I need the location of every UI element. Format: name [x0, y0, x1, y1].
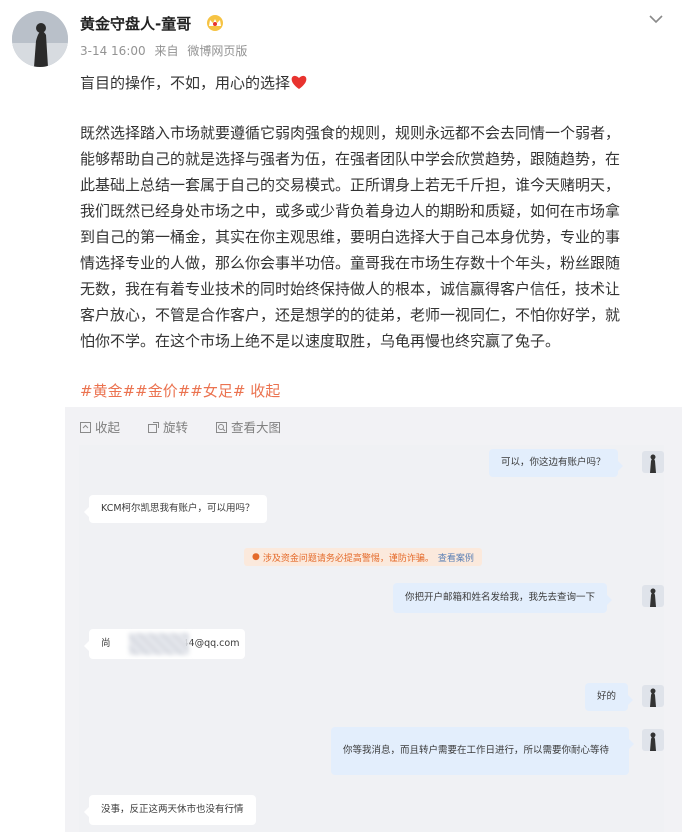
message-text: 可以，你这边有账户吗？ [501, 457, 606, 468]
author-avatar[interactable] [12, 11, 68, 67]
post-time[interactable]: 3-14 16:00 [80, 44, 146, 58]
post-text: 盲目的操作，不如，用心的选择 既然选择踏入市场就要遵循它弱肉强食的规则，规则永远… [80, 70, 670, 354]
chat-avatar-right [642, 685, 664, 707]
rotate-image-button[interactable]: 旋转 [147, 417, 188, 436]
body-line: 无数，我在有着专业技术的同时始终保持做人的根本，诚信赢得客户信任，技术让 [80, 280, 621, 298]
redacted-email-blur [129, 633, 189, 655]
view-cases-link[interactable]: 查看案例 [438, 551, 474, 564]
message-text: KCM柯尔凯思我有账户，可以用吗？ [101, 503, 255, 514]
vip-crown-icon [205, 14, 225, 32]
author-name[interactable]: 黄金守盘人-童哥 [80, 13, 191, 34]
body-line: 既然选择踏入市场就要遵循它弱肉强食的规则，规则永远都不会去同情一个弱者， [80, 124, 621, 142]
collapse-text-link[interactable]: 收起 [250, 382, 280, 400]
tag-womens-football[interactable]: #女足# [190, 382, 245, 400]
view-large-image-button[interactable]: 查看大图 [215, 417, 281, 436]
message-text-prefix: 尚 [101, 638, 111, 649]
rotate-icon [148, 422, 159, 433]
body-line: 情选择专业的人做，那么你会事半功倍。童哥我在市场生存数十个年头，粉丝跟随 [80, 254, 621, 272]
chat-message-right: 你等我消息，而且转户需要在工作日进行，所以需要你耐心等待 [331, 727, 634, 775]
body-line: 到自己的第一桶金，其实在你主观思维，要明白选择大于自己本身优势，专业的事 [80, 228, 621, 246]
fraud-warning-banner: ● 涉及资金问题请务必提高警惕，谨防诈骗。 查看案例 [244, 548, 482, 566]
post-meta: 3-14 16:00 来自 微博网页版 [80, 42, 252, 59]
zoom-icon [216, 422, 227, 433]
rotate-label: 旋转 [163, 420, 189, 435]
chat-avatar-right [642, 729, 664, 751]
body-line: 怕你不学。在这个市场上绝不是以速度取胜，乌龟再慢也终究赢了兔子。 [80, 332, 561, 350]
warning-text: 涉及资金问题请务必提高警惕，谨防诈骗。 [262, 553, 434, 564]
chat-avatar-right [642, 451, 664, 473]
body-line: 客户放心，不管是合作客户，还是想学的的徒弟，老师一视同仁，不怕你好学，就 [80, 306, 621, 324]
collapse-label: 收起 [95, 420, 121, 435]
chat-message-left: KCM柯尔凯思我有账户，可以用吗？ [84, 495, 267, 523]
message-text-suffix: 44@qq.com [182, 638, 240, 649]
chat-avatar-right [642, 585, 664, 607]
avatar-photo [12, 11, 68, 67]
image-toolbar: 收起 旋转 查看大图 [65, 407, 682, 445]
chat-message-left: 没事，反正这两天休市也没有行情 [84, 795, 256, 825]
body-line: 我们既然已经身处市场之中，或多或少背负着身边人的期盼和质疑，如何在市场拿 [80, 202, 621, 220]
chat-message-right: 可以，你这边有账户吗？ [489, 449, 623, 477]
view-large-label: 查看大图 [231, 420, 282, 435]
tag-gold-price[interactable]: #金价# [135, 382, 190, 400]
chat-message-right: 你把开户邮箱和姓名发给我，我先去查询一下 [393, 583, 613, 613]
chat-screenshot[interactable]: 可以，你这边有账户吗？ KCM柯尔凯思我有账户，可以用吗？ ● 涉及资金问题请务… [79, 445, 664, 832]
source-prefix: 来自 [154, 44, 179, 58]
body-line: 能够帮助自己的就是选择与强者为伍，在强者团队中学会欣赏趋势，跟随趋势，在 [80, 150, 621, 168]
collapse-image-button[interactable]: 收起 [79, 417, 120, 436]
message-text: 你把开户邮箱和姓名发给我，我先去查询一下 [405, 592, 596, 603]
post-first-line: 盲目的操作，不如，用心的选择 [80, 70, 670, 96]
chat-message-right: 好的 [585, 683, 634, 711]
post-header: 黄金守盘人-童哥 3-14 16:00 来自 微博网页版 [0, 0, 682, 70]
message-text: 你等我消息，而且转户需要在工作日进行，所以需要你耐心等待 [343, 745, 610, 756]
hashtag-row: #黄金##金价##女足# 收起 [80, 380, 280, 401]
collapse-icon [80, 422, 91, 433]
first-line-text: 盲目的操作，不如，用心的选择 [80, 74, 291, 92]
message-text: 没事，反正这两天休市也没有行情 [101, 804, 244, 815]
heart-icon [290, 72, 308, 89]
chevron-down-icon[interactable] [645, 10, 667, 28]
body-line: 此基础上总结一套属于自己的交易模式。正所谓身上若无千斤担，谁今天赌明天， [80, 176, 621, 194]
image-viewer: 收起 旋转 查看大图 可以，你这边有账户吗？ KCM柯尔凯思我有账户，可以用吗？… [65, 407, 682, 832]
message-text: 好的 [597, 691, 617, 702]
post-source[interactable]: 微博网页版 [187, 44, 247, 58]
chat-message-left: 尚 44@qq.com [84, 629, 245, 659]
warning-icon: ● [252, 552, 260, 562]
tag-gold[interactable]: #黄金# [80, 382, 135, 400]
